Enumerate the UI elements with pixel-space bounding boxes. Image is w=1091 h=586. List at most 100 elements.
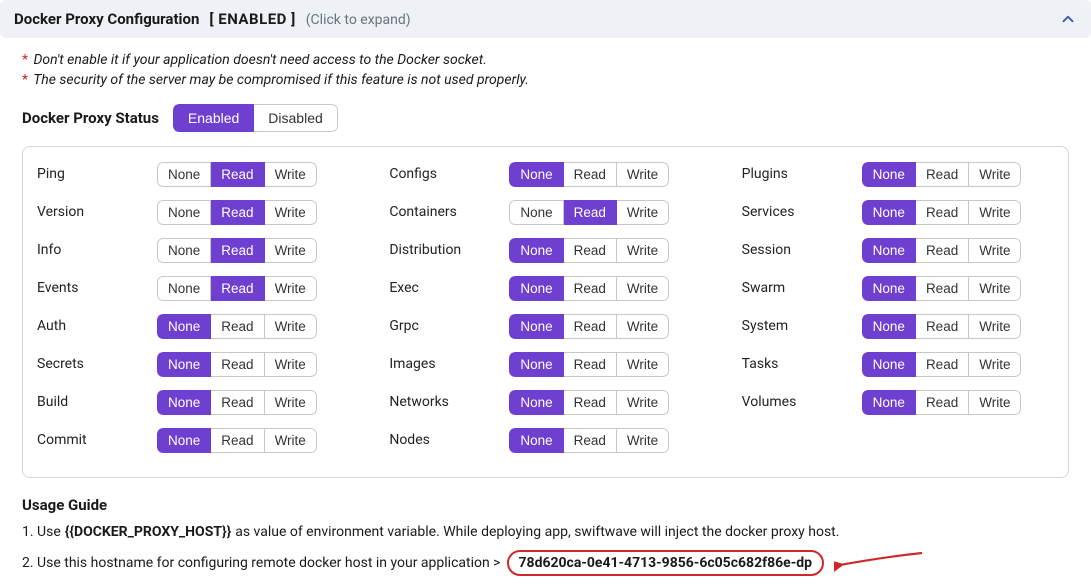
permission-write-button[interactable]: Write	[617, 314, 669, 339]
status-enabled-button[interactable]: Enabled	[173, 104, 254, 132]
permission-write-button[interactable]: Write	[617, 276, 669, 301]
status-disabled-button[interactable]: Disabled	[254, 104, 337, 132]
guide-line-1: 1. Use {{DOCKER_PROXY_HOST}} as value of…	[22, 524, 1069, 540]
permission-read-button[interactable]: Read	[916, 352, 969, 377]
permission-write-button[interactable]: Write	[265, 238, 317, 263]
permission-write-button[interactable]: Write	[969, 200, 1021, 225]
permission-none-button[interactable]: None	[862, 390, 916, 415]
permission-write-button[interactable]: Write	[265, 162, 317, 187]
section-header[interactable]: Docker Proxy Configuration [ ENABLED ] (…	[0, 0, 1091, 38]
permission-none-button[interactable]: None	[862, 200, 916, 225]
permission-read-button[interactable]: Read	[211, 276, 264, 301]
permission-label: Containers	[389, 204, 509, 220]
permission-write-button[interactable]: Write	[265, 428, 317, 453]
permission-read-button[interactable]: Read	[564, 352, 617, 377]
permission-read-button[interactable]: Read	[211, 390, 264, 415]
permission-read-button[interactable]: Read	[211, 352, 264, 377]
permission-none-button[interactable]: None	[509, 314, 563, 339]
permission-none-button[interactable]: None	[157, 238, 211, 263]
permissions-panel: PingNoneReadWriteVersionNoneReadWriteInf…	[22, 146, 1069, 478]
permission-write-button[interactable]: Write	[969, 238, 1021, 263]
permission-toggle: NoneReadWrite	[862, 238, 1022, 263]
permission-write-button[interactable]: Write	[617, 390, 669, 415]
permission-none-button[interactable]: None	[509, 276, 563, 301]
permission-write-button[interactable]: Write	[617, 162, 669, 187]
permission-none-button[interactable]: None	[862, 238, 916, 263]
status-label: Docker Proxy Status	[22, 109, 159, 127]
permission-label: Tasks	[742, 356, 862, 372]
permission-write-button[interactable]: Write	[265, 276, 317, 301]
permission-row: SecretsNoneReadWrite	[37, 349, 349, 379]
permission-read-button[interactable]: Read	[564, 200, 617, 225]
permission-read-button[interactable]: Read	[916, 200, 969, 225]
permission-none-button[interactable]: None	[157, 390, 211, 415]
permission-write-button[interactable]: Write	[969, 352, 1021, 377]
permission-write-button[interactable]: Write	[969, 314, 1021, 339]
permission-toggle: NoneReadWrite	[157, 352, 317, 377]
permission-read-button[interactable]: Read	[916, 390, 969, 415]
permission-row: VolumesNoneReadWrite	[742, 387, 1054, 417]
permission-none-button[interactable]: None	[157, 200, 211, 225]
permission-read-button[interactable]: Read	[916, 238, 969, 263]
permission-row: SwarmNoneReadWrite	[742, 273, 1054, 303]
permission-read-button[interactable]: Read	[564, 238, 617, 263]
permission-none-button[interactable]: None	[862, 314, 916, 339]
permission-write-button[interactable]: Write	[617, 238, 669, 263]
permission-toggle: NoneReadWrite	[157, 314, 317, 339]
permission-read-button[interactable]: Read	[564, 428, 617, 453]
guide-line-2: 2. Use this hostname for configuring rem…	[22, 550, 1069, 576]
permission-none-button[interactable]: None	[862, 276, 916, 301]
permission-none-button[interactable]: None	[157, 352, 211, 377]
permission-none-button[interactable]: None	[157, 314, 211, 339]
permission-read-button[interactable]: Read	[564, 314, 617, 339]
permission-write-button[interactable]: Write	[265, 352, 317, 377]
permission-read-button[interactable]: Read	[916, 276, 969, 301]
permission-none-button[interactable]: None	[509, 200, 563, 225]
permission-toggle: NoneReadWrite	[509, 390, 669, 415]
permission-read-button[interactable]: Read	[211, 200, 264, 225]
permission-read-button[interactable]: Read	[564, 390, 617, 415]
permission-toggle: NoneReadWrite	[157, 390, 317, 415]
permission-read-button[interactable]: Read	[211, 162, 264, 187]
permission-toggle: NoneReadWrite	[509, 162, 669, 187]
permission-label: Ping	[37, 166, 157, 182]
permission-none-button[interactable]: None	[509, 352, 563, 377]
permission-none-button[interactable]: None	[862, 162, 916, 187]
permission-read-button[interactable]: Read	[916, 162, 969, 187]
permission-row: InfoNoneReadWrite	[37, 235, 349, 265]
permission-write-button[interactable]: Write	[617, 428, 669, 453]
permission-row: TasksNoneReadWrite	[742, 349, 1054, 379]
permission-none-button[interactable]: None	[509, 428, 563, 453]
permission-write-button[interactable]: Write	[265, 314, 317, 339]
permission-read-button[interactable]: Read	[916, 314, 969, 339]
permission-none-button[interactable]: None	[509, 238, 563, 263]
permission-write-button[interactable]: Write	[265, 390, 317, 415]
header-enabled-tag: [ ENABLED ]	[209, 10, 295, 28]
permission-label: Version	[37, 204, 157, 220]
permission-none-button[interactable]: None	[509, 162, 563, 187]
permission-write-button[interactable]: Write	[617, 200, 669, 225]
permission-none-button[interactable]: None	[157, 428, 211, 453]
permission-none-button[interactable]: None	[157, 162, 211, 187]
permission-write-button[interactable]: Write	[969, 162, 1021, 187]
permission-toggle: NoneReadWrite	[157, 428, 317, 453]
permission-toggle: NoneReadWrite	[509, 276, 669, 301]
permission-read-button[interactable]: Read	[564, 276, 617, 301]
permission-read-button[interactable]: Read	[211, 314, 264, 339]
permissions-column: PluginsNoneReadWriteServicesNoneReadWrit…	[742, 159, 1054, 463]
permission-toggle: NoneReadWrite	[862, 390, 1022, 415]
permission-label: Build	[37, 394, 157, 410]
permission-none-button[interactable]: None	[862, 352, 916, 377]
permission-row: PingNoneReadWrite	[37, 159, 349, 189]
permission-row: CommitNoneReadWrite	[37, 425, 349, 455]
permission-none-button[interactable]: None	[509, 390, 563, 415]
permission-write-button[interactable]: Write	[969, 276, 1021, 301]
permission-none-button[interactable]: None	[157, 276, 211, 301]
permission-write-button[interactable]: Write	[265, 200, 317, 225]
permission-read-button[interactable]: Read	[211, 238, 264, 263]
permission-read-button[interactable]: Read	[564, 162, 617, 187]
permission-write-button[interactable]: Write	[617, 352, 669, 377]
permission-row: VersionNoneReadWrite	[37, 197, 349, 227]
permission-write-button[interactable]: Write	[969, 390, 1021, 415]
permission-read-button[interactable]: Read	[211, 428, 264, 453]
